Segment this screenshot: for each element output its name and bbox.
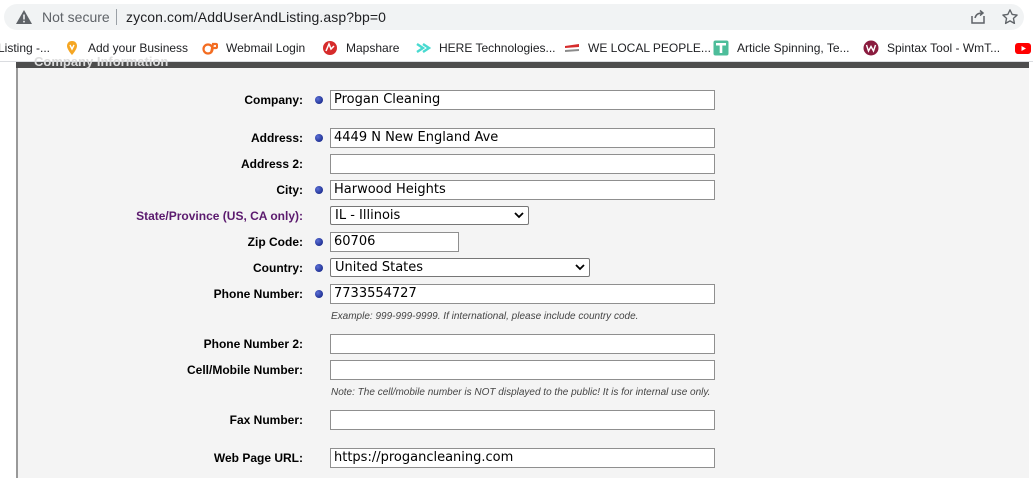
- phone2-input[interactable]: [330, 334, 715, 354]
- web-url-label: Web Page URL:: [213, 451, 303, 465]
- warning-icon[interactable]: [16, 10, 32, 24]
- share-icon[interactable]: [970, 9, 986, 25]
- youtube-icon: [1015, 43, 1031, 54]
- address2-label: Address 2:: [240, 157, 303, 171]
- state-select[interactable]: IL - Illinois: [330, 206, 529, 225]
- required-indicator: [315, 96, 323, 104]
- company-input[interactable]: Progan Cleaning: [330, 90, 715, 110]
- address-bar: Not secure zycon.com/AddUserAndListing.a…: [0, 0, 1033, 34]
- url-text[interactable]: zycon.com/AddUserAndListing.asp?bp=0: [126, 9, 386, 25]
- welocal-icon: [565, 44, 579, 52]
- address2-input[interactable]: [330, 154, 715, 174]
- fax-label: Fax Number:: [229, 413, 303, 427]
- here-icon: [416, 43, 431, 53]
- page-content: Company Information Company: Progan Clea…: [0, 54, 1033, 478]
- chevron-down-icon: [575, 264, 585, 271]
- country-label: Country:: [253, 261, 303, 275]
- bookmark-label: Mapshare: [346, 41, 400, 55]
- bookmark-label: Spintax Tool - WmT...: [887, 41, 1001, 55]
- omnibox[interactable]: Not secure zycon.com/AddUserAndListing.a…: [4, 4, 1024, 30]
- divider: [116, 9, 117, 25]
- section-title: Company Information: [34, 54, 169, 69]
- state-select-value: IL - Illinois: [335, 208, 401, 223]
- bookmark-label: Webmail Login: [226, 41, 306, 55]
- cell-label: Cell/Mobile Number:: [186, 363, 303, 377]
- bookmark-label: HERE Technologies...: [439, 41, 556, 55]
- bookmark-label: WE LOCAL PEOPLE...: [588, 41, 711, 55]
- cpanel-icon: [202, 42, 218, 55]
- phone2-label: Phone Number 2:: [203, 337, 303, 351]
- required-indicator: [315, 264, 323, 272]
- city-label: City:: [276, 183, 303, 197]
- phone-label: Phone Number:: [213, 287, 303, 301]
- required-indicator: [315, 186, 323, 194]
- bookmark-label: Article Spinning, Te...: [737, 41, 850, 55]
- spintax-icon: [863, 40, 879, 56]
- article-icon: [713, 40, 729, 56]
- cell-input[interactable]: [330, 360, 715, 380]
- mapshare-icon: [323, 41, 337, 55]
- country-select[interactable]: United States: [330, 258, 590, 277]
- web-url-input[interactable]: https://progancleaning.com: [330, 448, 715, 468]
- required-indicator: [315, 238, 323, 246]
- phone-input[interactable]: 7733554727: [330, 284, 715, 304]
- star-icon[interactable]: [1001, 8, 1019, 26]
- fax-input[interactable]: [330, 410, 715, 430]
- chevron-down-icon: [514, 212, 524, 219]
- city-input[interactable]: Harwood Heights: [330, 180, 715, 200]
- company-label: Company:: [244, 93, 303, 107]
- security-label[interactable]: Not secure: [42, 9, 110, 25]
- address-input[interactable]: 4449 N New England Ave: [330, 128, 715, 148]
- state-label: State/Province (US, CA only):: [136, 209, 303, 223]
- zip-input[interactable]: 60706: [330, 232, 459, 252]
- address-label: Address:: [250, 131, 303, 145]
- country-select-value: United States: [335, 260, 424, 275]
- zip-label: Zip Code:: [247, 235, 303, 249]
- cell-help-text: Note: The cell/mobile number is NOT disp…: [331, 387, 711, 398]
- required-indicator: [315, 290, 323, 298]
- phone-help-text: Example: 999-999-9999. If international,…: [331, 311, 639, 322]
- required-indicator: [315, 134, 323, 142]
